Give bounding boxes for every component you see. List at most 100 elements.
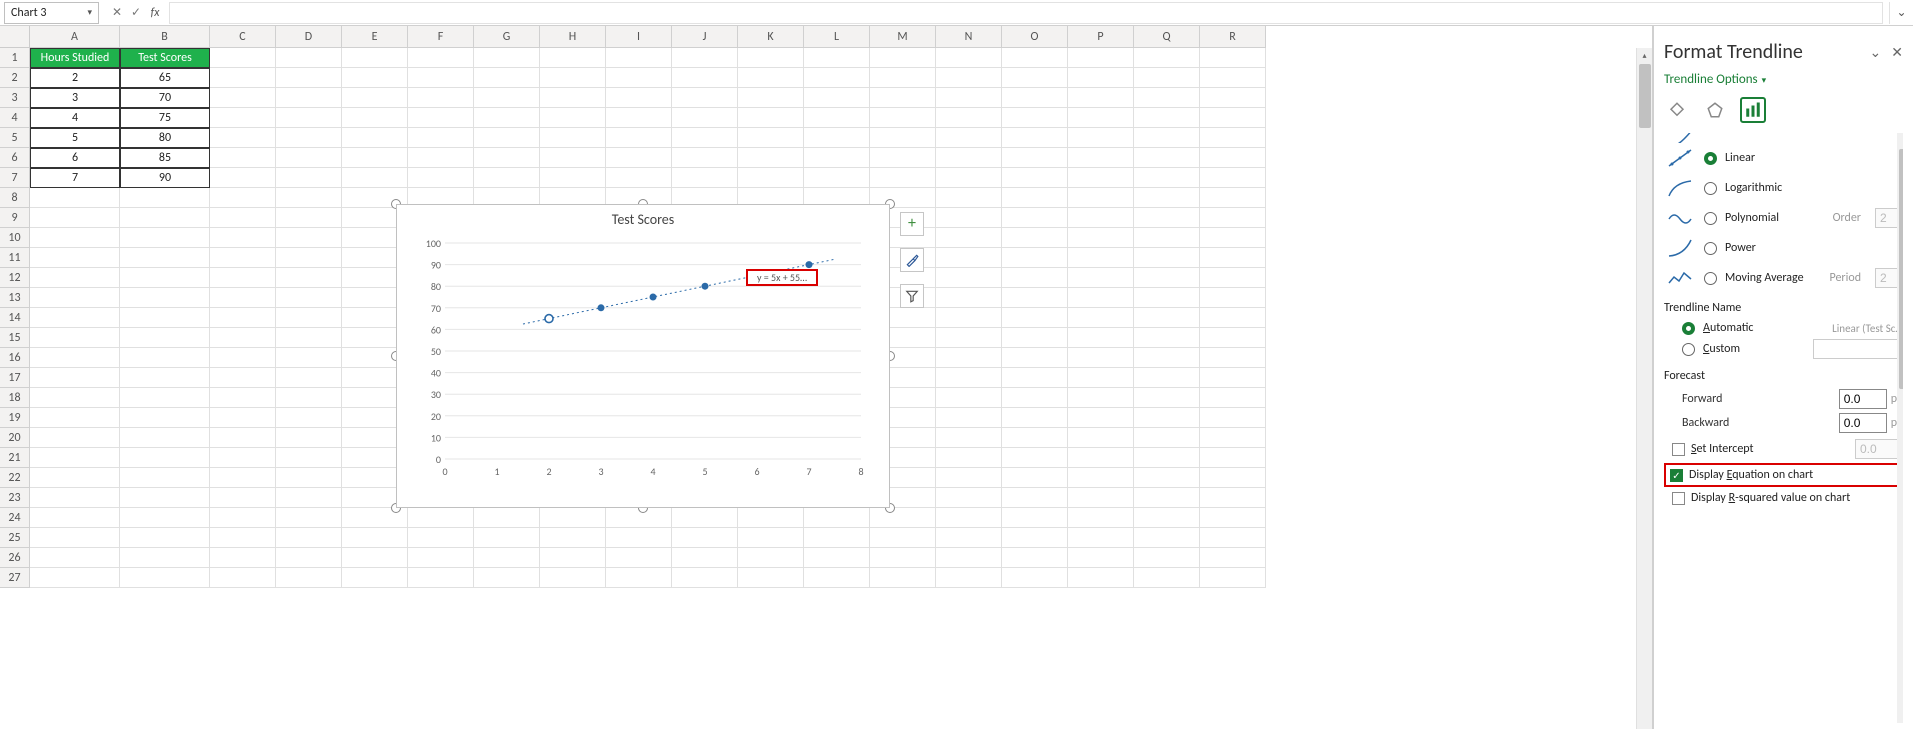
cell[interactable]: [738, 128, 804, 148]
cell[interactable]: [1002, 528, 1068, 548]
cell[interactable]: [1134, 268, 1200, 288]
cell[interactable]: [1200, 348, 1266, 368]
cell[interactable]: Hours Studied: [30, 48, 120, 68]
cell[interactable]: [276, 128, 342, 148]
cell[interactable]: [936, 328, 1002, 348]
cell[interactable]: [672, 68, 738, 88]
cell[interactable]: [936, 248, 1002, 268]
cell[interactable]: [936, 508, 1002, 528]
cell[interactable]: 65: [120, 68, 210, 88]
panel-scrollbar[interactable]: ▴: [1897, 133, 1903, 723]
cell[interactable]: [474, 108, 540, 128]
cell[interactable]: [936, 108, 1002, 128]
cell[interactable]: [276, 48, 342, 68]
cell[interactable]: [1002, 368, 1068, 388]
cell[interactable]: 5: [30, 128, 120, 148]
cell[interactable]: [1200, 548, 1266, 568]
cell[interactable]: Test Scores: [120, 48, 210, 68]
cell[interactable]: [672, 508, 738, 528]
cell[interactable]: [738, 108, 804, 128]
cell[interactable]: [606, 108, 672, 128]
cell[interactable]: [120, 568, 210, 588]
cell[interactable]: [606, 128, 672, 148]
cell[interactable]: [1068, 568, 1134, 588]
cell[interactable]: [210, 368, 276, 388]
cell[interactable]: [1200, 308, 1266, 328]
trendline-equation-label[interactable]: y = 5x + 55…: [746, 269, 818, 286]
cell[interactable]: [342, 88, 408, 108]
tab-fill-icon[interactable]: [1664, 97, 1690, 123]
cell[interactable]: [540, 148, 606, 168]
cell[interactable]: [1200, 228, 1266, 248]
row-header[interactable]: 12: [0, 268, 30, 288]
row-header[interactable]: 27: [0, 568, 30, 588]
row-header[interactable]: 24: [0, 508, 30, 528]
radio-automatic[interactable]: [1682, 322, 1695, 335]
cell[interactable]: [1068, 468, 1134, 488]
cell[interactable]: [870, 88, 936, 108]
cell[interactable]: [276, 308, 342, 328]
row-header[interactable]: 2: [0, 68, 30, 88]
cell[interactable]: [210, 108, 276, 128]
cell[interactable]: [210, 248, 276, 268]
cell[interactable]: [120, 348, 210, 368]
cell[interactable]: [408, 508, 474, 528]
cell[interactable]: [936, 568, 1002, 588]
cell[interactable]: [1002, 328, 1068, 348]
row-header[interactable]: 8: [0, 188, 30, 208]
cell[interactable]: [672, 168, 738, 188]
scroll-up-icon[interactable]: ▴: [1638, 48, 1652, 64]
cell[interactable]: [1002, 148, 1068, 168]
cell[interactable]: [1134, 88, 1200, 108]
cell[interactable]: [1068, 368, 1134, 388]
cell[interactable]: [804, 148, 870, 168]
cell[interactable]: [936, 548, 1002, 568]
cell[interactable]: [1200, 128, 1266, 148]
col-header-J[interactable]: J: [672, 26, 738, 48]
scroll-up-icon[interactable]: ▴: [1898, 133, 1903, 149]
cell[interactable]: [474, 548, 540, 568]
cell[interactable]: [1134, 328, 1200, 348]
cell[interactable]: [30, 448, 120, 468]
cell[interactable]: [1200, 388, 1266, 408]
cell[interactable]: [276, 248, 342, 268]
cell[interactable]: [408, 68, 474, 88]
cell[interactable]: [210, 448, 276, 468]
cell[interactable]: [738, 68, 804, 88]
cell[interactable]: [1134, 448, 1200, 468]
cell[interactable]: [30, 408, 120, 428]
cell[interactable]: [1068, 248, 1134, 268]
cell[interactable]: [540, 508, 606, 528]
cell[interactable]: [342, 528, 408, 548]
cell[interactable]: [120, 528, 210, 548]
cell[interactable]: [120, 488, 210, 508]
cell[interactable]: [120, 448, 210, 468]
radio-custom[interactable]: [1682, 343, 1695, 356]
cell[interactable]: [474, 48, 540, 68]
cell[interactable]: 6: [30, 148, 120, 168]
cell[interactable]: [540, 68, 606, 88]
cell[interactable]: [474, 88, 540, 108]
radio-trend-power[interactable]: [1704, 242, 1717, 255]
cell[interactable]: [1002, 548, 1068, 568]
scroll-thumb[interactable]: [1899, 149, 1903, 389]
cell[interactable]: [276, 188, 342, 208]
cell[interactable]: [1068, 188, 1134, 208]
cell[interactable]: [870, 568, 936, 588]
formula-input[interactable]: [169, 2, 1883, 24]
cell[interactable]: [30, 508, 120, 528]
cell[interactable]: [210, 308, 276, 328]
cell[interactable]: [936, 68, 1002, 88]
cell[interactable]: [1068, 528, 1134, 548]
cell[interactable]: [804, 128, 870, 148]
cell[interactable]: [1068, 408, 1134, 428]
cell[interactable]: [30, 488, 120, 508]
cell[interactable]: [540, 528, 606, 548]
cell[interactable]: [936, 448, 1002, 468]
col-header-G[interactable]: G: [474, 26, 540, 48]
chart-object[interactable]: Test Scores 0102030405060708090100012345…: [396, 204, 890, 508]
cell[interactable]: [1200, 568, 1266, 588]
cell[interactable]: [1068, 128, 1134, 148]
cell[interactable]: [1134, 288, 1200, 308]
cell[interactable]: [1002, 428, 1068, 448]
